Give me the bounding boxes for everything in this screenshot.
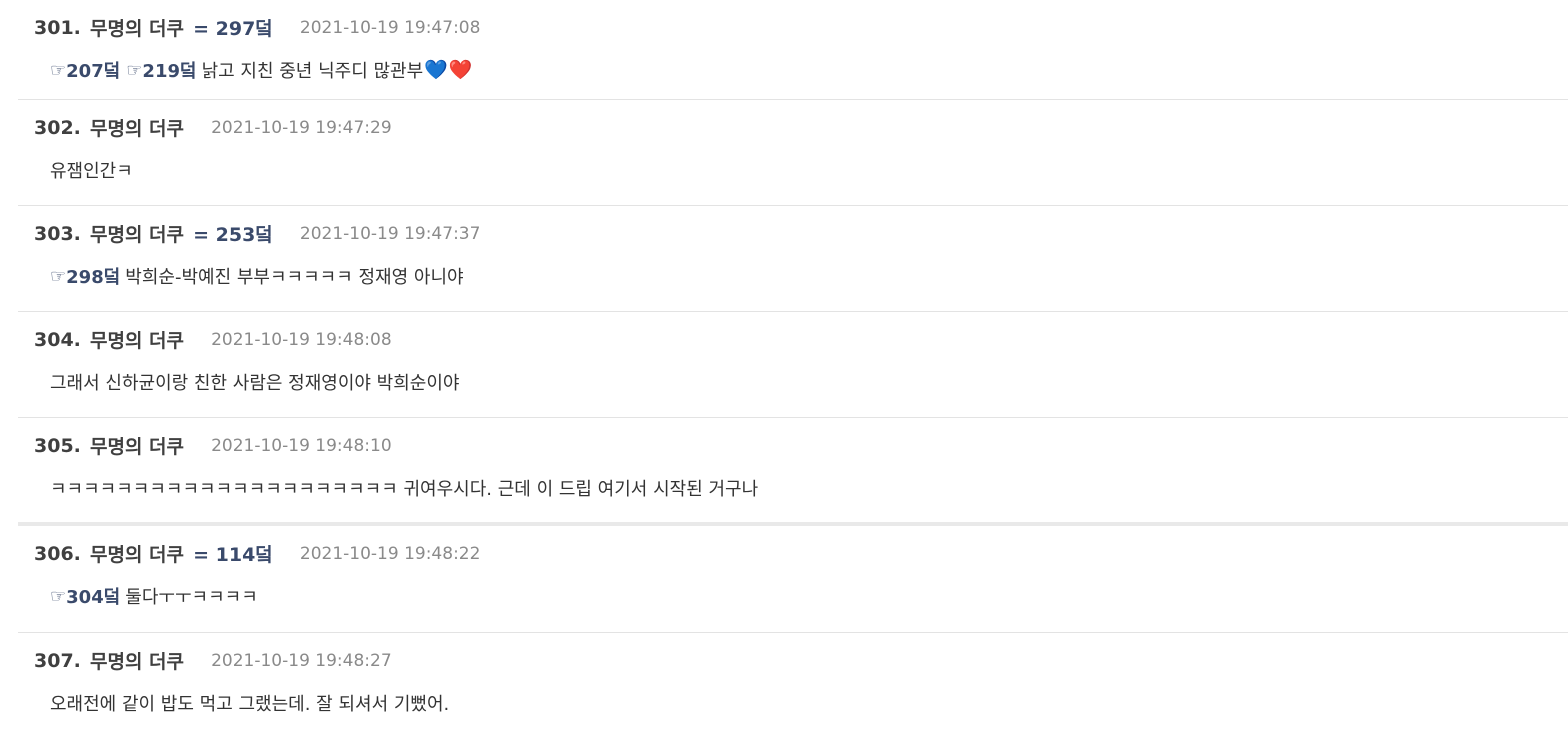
comment-text: 낡고 지친 중년 닉주디 많관부 [201,61,424,82]
anchor-reference: 207덬 [66,61,121,82]
anchor-reference: 298덬 [66,267,121,288]
red-heart-icon: ❤️ [448,58,473,81]
comment-number: 305. [34,434,81,457]
comment-author: 무명의 더쿠 [89,224,184,246]
comment-date: 2021-10-19 19:48:10 [211,435,392,456]
comment-text: 박희순-박예진 부부ㅋㅋㅋㅋㅋ 정재영 아니야 [125,267,464,288]
comment-author: 무명의 더쿠 [89,18,184,40]
pointing-hand-icon: ☞ [126,59,143,81]
reply-target-link[interactable]: = 253덬 [193,220,273,247]
comment-body: 오래전에 같이 밥도 먹고 그랬는데. 잘 되셔서 기뻤어. [50,690,449,716]
comment-item: 307. 무명의 더쿠 2021-10-19 19:48:27 오래전에 같이 … [18,633,1568,737]
comment-body: ☞207덬 ☞219덬 낡고 지친 중년 닉주디 많관부💙❤️ [50,57,473,83]
comment-date: 2021-10-19 19:47:37 [299,223,481,244]
comment-item: 301. 무명의 더쿠 = 297덬 2021-10-19 19:47:08 ☞… [18,0,1568,100]
comment-header: 306. 무명의 더쿠 = 114덬 2021-10-19 19:48:22 [34,540,481,567]
comment-body: ☞304덬 둘다ㅜㅜㅋㅋㅋㅋ [50,583,258,609]
comment-body: ㅋㅋㅋㅋㅋㅋㅋㅋㅋㅋㅋㅋㅋㅋㅋㅋㅋㅋㅋㅋㅋ 귀여우시다. 근데 이 드립 여기서… [50,475,758,501]
comment-header: 305. 무명의 더쿠 2021-10-19 19:48:10 [34,432,392,459]
comment-date: 2021-10-19 19:47:08 [299,17,481,38]
anchor-reference: 219덬 [142,61,197,82]
comment-item: 306. 무명의 더쿠 = 114덬 2021-10-19 19:48:22 ☞… [18,526,1568,633]
comment-text: 둘다ㅜㅜㅋㅋㅋㅋ [125,587,258,608]
comment-author: 무명의 더쿠 [89,651,184,673]
comment-date: 2021-10-19 19:48:22 [299,543,481,564]
comment-item: 302. 무명의 더쿠 2021-10-19 19:47:29 유잼인간ㅋ [18,100,1568,206]
comment-date: 2021-10-19 19:48:27 [211,650,392,671]
comment-number: 301. [34,16,81,39]
comment-header: 304. 무명의 더쿠 2021-10-19 19:48:08 [34,326,392,353]
pointing-hand-icon: ☞ [50,585,67,607]
comment-text: 그래서 신하균이랑 친한 사람은 정재영이야 박희순이야 [50,373,460,394]
comment-anchor-link[interactable]: ☞298덬 [50,263,120,289]
comment-author: 무명의 더쿠 [89,436,184,458]
comment-text: 오래전에 같이 밥도 먹고 그랬는데. 잘 되셔서 기뻤어. [50,694,450,715]
comment-header: 307. 무명의 더쿠 2021-10-19 19:48:27 [34,647,392,674]
comment-number: 306. [34,542,81,565]
comment-anchor-link[interactable]: ☞304덬 [50,583,120,609]
comment-author: 무명의 더쿠 [89,118,184,140]
comment-number: 307. [34,649,81,672]
comment-item: 305. 무명의 더쿠 2021-10-19 19:48:10 ㅋㅋㅋㅋㅋㅋㅋㅋ… [18,418,1568,526]
anchor-reference: 304덬 [66,587,121,608]
comment-text: ㅋㅋㅋㅋㅋㅋㅋㅋㅋㅋㅋㅋㅋㅋㅋㅋㅋㅋㅋㅋㅋ 귀여우시다. 근데 이 드립 여기서… [50,479,759,500]
pointing-hand-icon: ☞ [50,59,67,81]
comment-anchor-link[interactable]: ☞207덬 [50,57,120,83]
comment-body: 그래서 신하균이랑 친한 사람은 정재영이야 박희순이야 [50,369,460,395]
comment-text: 유잼인간ㅋ [50,161,133,182]
comment-anchor-link[interactable]: ☞219덬 [126,57,196,83]
comment-item: 303. 무명의 더쿠 = 253덬 2021-10-19 19:47:37 ☞… [18,206,1568,312]
comment-number: 303. [34,222,81,245]
reply-target-link[interactable]: = 114덬 [193,540,273,567]
comment-thread: 301. 무명의 더쿠 = 297덬 2021-10-19 19:47:08 ☞… [18,0,1568,737]
comment-item: 304. 무명의 더쿠 2021-10-19 19:48:08 그래서 신하균이… [18,312,1568,418]
comment-body: ☞298덬 박희순-박예진 부부ㅋㅋㅋㅋㅋ 정재영 아니야 [50,263,464,289]
comment-author: 무명의 더쿠 [89,544,184,566]
comment-number: 304. [34,328,81,351]
comment-author: 무명의 더쿠 [89,330,184,352]
reply-target-link[interactable]: = 297덬 [193,14,273,41]
comment-date: 2021-10-19 19:48:08 [211,329,392,350]
comment-number: 302. [34,116,81,139]
comment-header: 302. 무명의 더쿠 2021-10-19 19:47:29 [34,114,392,141]
comment-header: 303. 무명의 더쿠 = 253덬 2021-10-19 19:47:37 [34,220,481,247]
comment-header: 301. 무명의 더쿠 = 297덬 2021-10-19 19:47:08 [34,14,481,41]
blue-heart-icon: 💙 [424,58,448,81]
pointing-hand-icon: ☞ [50,265,67,287]
comment-body: 유잼인간ㅋ [50,157,133,183]
comment-date: 2021-10-19 19:47:29 [211,117,392,138]
